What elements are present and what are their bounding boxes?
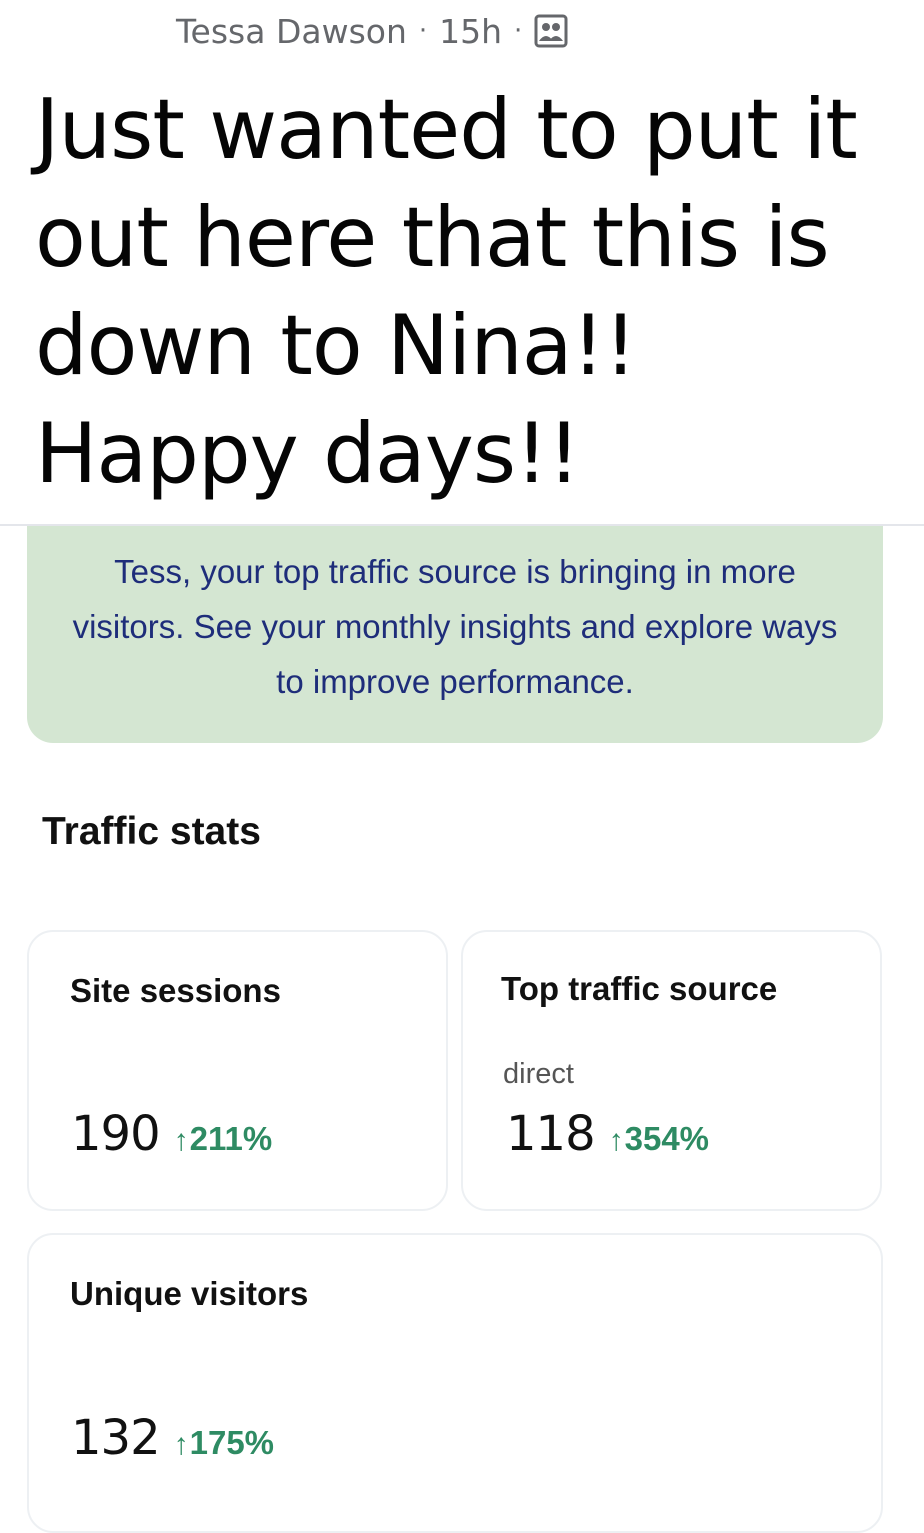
group-icon[interactable] — [534, 14, 568, 48]
stat-value: 132 — [71, 1410, 161, 1466]
stat-change: ↑175% — [174, 1424, 274, 1462]
stat-change: ↑354% — [609, 1120, 709, 1158]
stat-row: 132 ↑175% — [71, 1410, 274, 1466]
change-percent: 354% — [624, 1120, 710, 1157]
insights-banner: Tess, your top traffic source is bringin… — [27, 526, 883, 743]
author-name[interactable]: Tessa Dawson — [176, 12, 407, 51]
arrow-up-icon: ↑ — [608, 1124, 624, 1157]
card-label: Unique visitors — [70, 1275, 309, 1312]
section-title: Traffic stats — [42, 810, 261, 853]
meta-separator: · — [514, 16, 523, 46]
stat-card-top-traffic-source: Top traffic source direct 118 ↑354% — [461, 930, 882, 1211]
arrow-up-icon: ↑ — [173, 1428, 189, 1461]
arrow-up-icon: ↑ — [173, 1124, 189, 1157]
stat-change: ↑211% — [174, 1120, 273, 1158]
card-label: Site sessions — [70, 972, 281, 1009]
change-percent: 175% — [189, 1424, 275, 1461]
banner-text: Tess, your top traffic source is bringin… — [72, 553, 838, 700]
post-text: Just wanted to put it out here that this… — [35, 81, 858, 502]
stat-card-unique-visitors: Unique visitors 132 ↑175% — [27, 1233, 883, 1533]
post-header: Tessa Dawson · 15h · — [176, 8, 568, 54]
stat-row: 118 ↑354% — [506, 1106, 709, 1162]
traffic-source-name: direct — [503, 1058, 574, 1090]
change-percent: 211% — [189, 1120, 273, 1157]
meta-separator: · — [418, 16, 428, 46]
stat-card-site-sessions: Site sessions 190 ↑211% — [27, 930, 448, 1211]
stat-value: 190 — [71, 1106, 161, 1162]
post-time[interactable]: 15h — [439, 12, 502, 51]
card-label: Top traffic source — [501, 970, 778, 1007]
stat-row: 190 ↑211% — [71, 1106, 272, 1162]
stat-value: 118 — [506, 1106, 596, 1162]
